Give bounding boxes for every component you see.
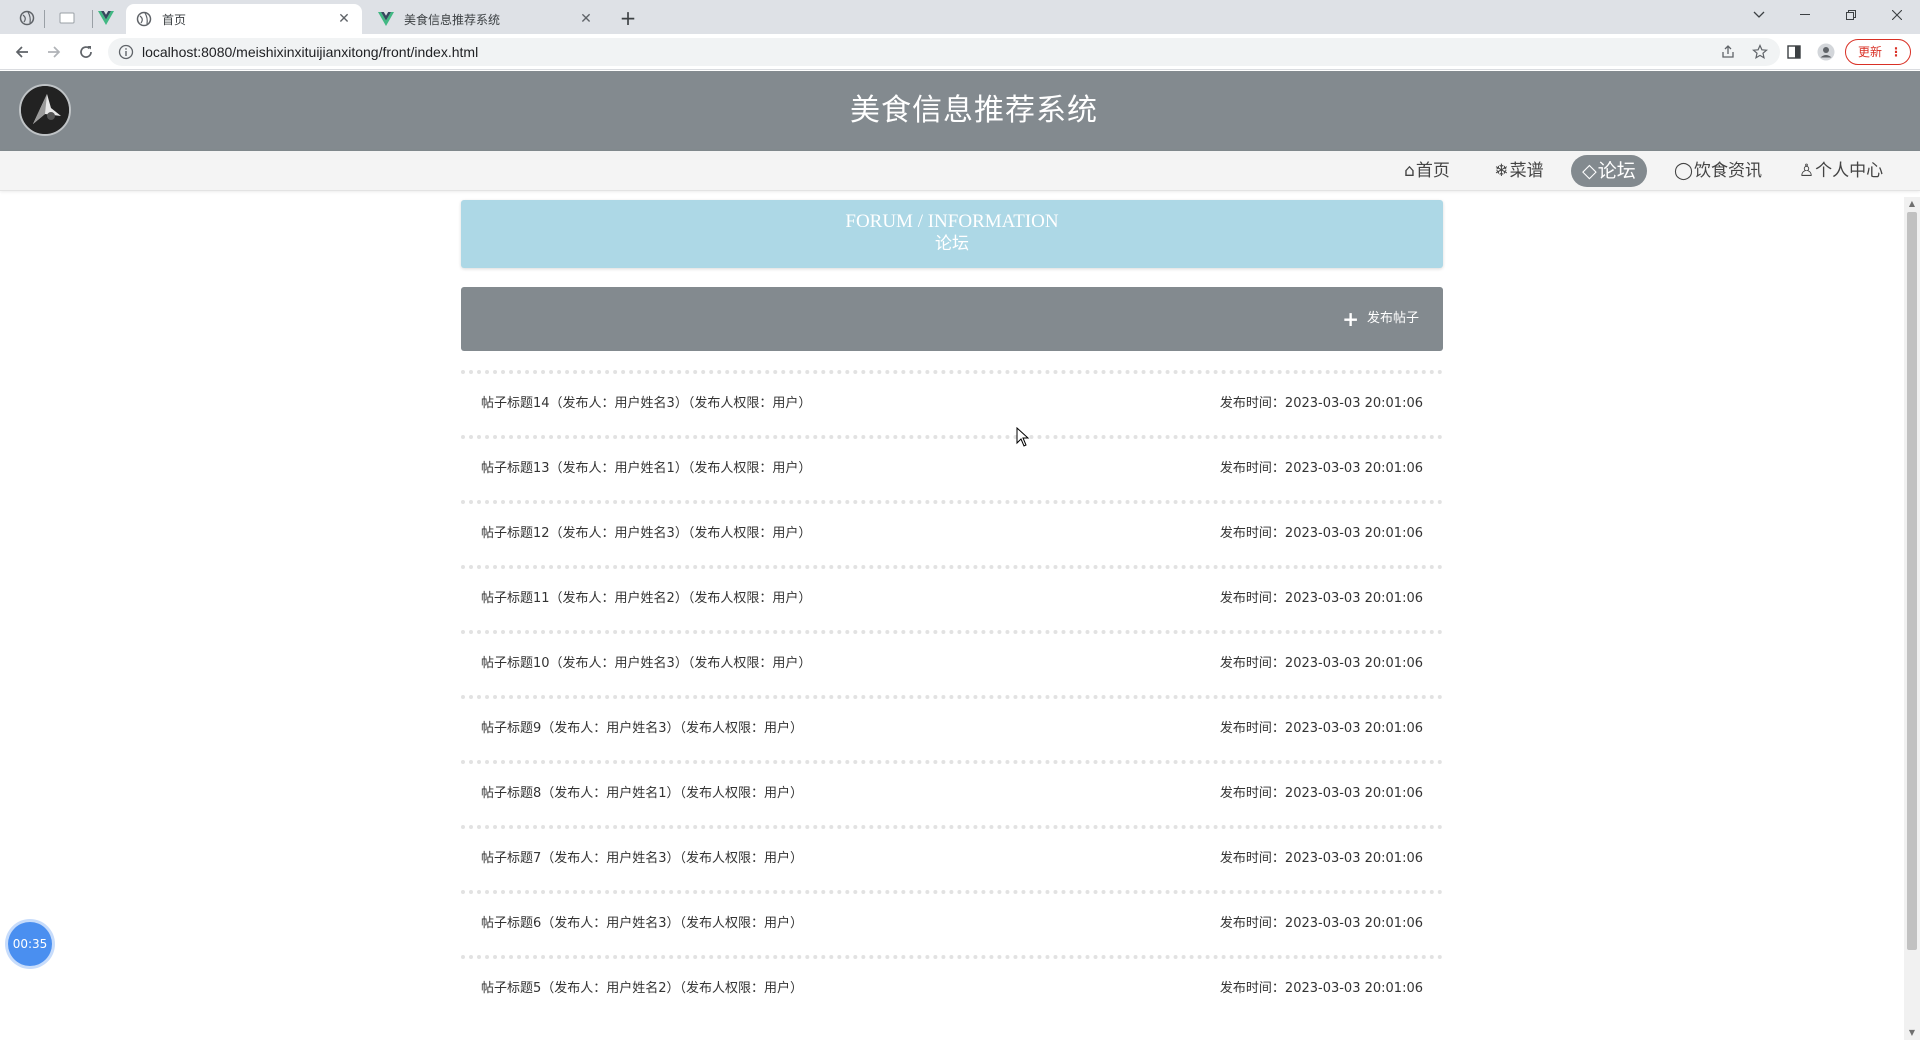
forum-action-bar: + 发布帖子	[461, 287, 1443, 351]
post-time: 发布时间：2023-03-03 20:01:06	[1219, 656, 1423, 671]
close-tab-icon[interactable]: ✕	[578, 11, 594, 27]
page-scrollbar[interactable]: ▲ ▼	[1904, 197, 1920, 1040]
close-window-icon[interactable]	[1874, 0, 1920, 30]
post-time: 发布时间：2023-03-03 20:01:06	[1219, 851, 1423, 866]
tab-title: 美食信息推荐系统	[404, 12, 501, 27]
post-time: 发布时间：2023-03-03 20:01:06	[1219, 526, 1423, 541]
pinned-tab-blank-icon[interactable]	[52, 5, 82, 31]
bookmark-star-icon[interactable]	[1752, 44, 1768, 60]
post-time: 发布时间：2023-03-03 20:01:06	[1219, 721, 1423, 736]
mouse-cursor-icon	[1016, 426, 1030, 447]
forum-post-row[interactable]: 帖子标题9（发布人：用户姓名3）（发布人权限：用户） 发布时间：2023-03-…	[461, 695, 1443, 760]
browser-toolbar: localhost:8080/meishixinxituijianxitong/…	[0, 34, 1920, 70]
close-tab-icon[interactable]: ✕	[336, 11, 352, 27]
address-bar[interactable]: localhost:8080/meishixinxituijianxitong/…	[108, 38, 1780, 66]
new-tab-button[interactable]: +	[614, 4, 642, 32]
url-text: localhost:8080/meishixinxituijianxitong/…	[142, 44, 479, 60]
post-time: 发布时间：2023-03-03 20:01:06	[1219, 916, 1423, 931]
post-title[interactable]: 帖子标题8（发布人：用户姓名1）（发布人权限：用户）	[481, 782, 803, 801]
share-icon[interactable]	[1720, 44, 1736, 60]
site-title: 美食信息推荐系统	[850, 93, 1098, 128]
forum-post-row[interactable]: 帖子标题11（发布人：用户姓名2）（发布人权限：用户） 发布时间：2023-03…	[461, 565, 1443, 630]
forum-post-row[interactable]: 帖子标题6（发布人：用户姓名3）（发布人权限：用户） 发布时间：2023-03-…	[461, 890, 1443, 955]
nav-item-home[interactable]: ⌂首页	[1398, 155, 1456, 187]
post-title[interactable]: 帖子标题7（发布人：用户姓名3）（发布人权限：用户）	[481, 847, 803, 866]
nav-item-forum[interactable]: ◇论坛	[1571, 155, 1647, 187]
user-icon: ♙	[1798, 161, 1815, 181]
post-time: 发布时间：2023-03-03 20:01:06	[1219, 461, 1423, 476]
nav-label: 饮食资讯	[1694, 161, 1763, 181]
post-title[interactable]: 帖子标题13（发布人：用户姓名1）（发布人权限：用户）	[481, 457, 811, 476]
nav-item-recipes[interactable]: ❄菜谱	[1490, 155, 1548, 187]
scroll-up-icon[interactable]: ▲	[1907, 199, 1917, 209]
post-title[interactable]: 帖子标题6（发布人：用户姓名3）（发布人权限：用户）	[481, 912, 803, 931]
nav-item-food-news[interactable]: ◯饮食资讯	[1674, 155, 1763, 187]
home-icon: ⌂	[1404, 161, 1415, 181]
snowflake-icon: ❄	[1494, 161, 1509, 181]
nav-label: 菜谱	[1509, 161, 1544, 181]
side-panel-icon[interactable]	[1784, 42, 1804, 62]
site-header: 美食信息推荐系统	[0, 71, 1920, 151]
post-title[interactable]: 帖子标题10（发布人：用户姓名3）（发布人权限：用户）	[481, 652, 811, 671]
forum-post-row[interactable]: 帖子标题7（发布人：用户姓名3）（发布人权限：用户） 发布时间：2023-03-…	[461, 825, 1443, 890]
scrollbar-thumb[interactable]	[1907, 212, 1917, 950]
globe-icon	[136, 11, 152, 27]
publish-post-button[interactable]: + 发布帖子	[1342, 309, 1419, 329]
restore-icon[interactable]	[1828, 0, 1874, 30]
pinned-tab-globe-icon[interactable]	[12, 5, 42, 31]
post-time: 发布时间：2023-03-03 20:01:06	[1219, 591, 1423, 606]
nav-label: 个人中心	[1815, 161, 1884, 181]
recording-timer-badge[interactable]: 00:35	[8, 922, 52, 966]
reload-icon[interactable]	[72, 38, 100, 66]
banner-title-en: FORUM / INFORMATION	[845, 211, 1059, 232]
minimize-icon[interactable]	[1782, 0, 1828, 30]
pinned-tab-vue-icon[interactable]	[91, 5, 121, 31]
forum-post-row[interactable]: 帖子标题14（发布人：用户姓名3）（发布人权限：用户） 发布时间：2023-03…	[461, 370, 1443, 435]
nav-item-personal-center[interactable]: ♙个人中心	[1798, 155, 1884, 187]
nav-label: 论坛	[1597, 160, 1636, 182]
forum-post-row[interactable]: 帖子标题12（发布人：用户姓名3）（发布人权限：用户） 发布时间：2023-03…	[461, 500, 1443, 565]
forward-arrow-icon[interactable]	[40, 38, 68, 66]
update-label: 更新	[1858, 45, 1883, 59]
forum-post-row[interactable]: 帖子标题8（发布人：用户姓名1）（发布人权限：用户） 发布时间：2023-03-…	[461, 760, 1443, 825]
profile-avatar-icon[interactable]	[1816, 42, 1836, 62]
back-arrow-icon[interactable]	[8, 38, 36, 66]
post-time: 发布时间：2023-03-03 20:01:06	[1219, 981, 1423, 996]
main-nav: ⌂首页 ❄菜谱 ◇论坛 ◯饮食资讯 ♙个人中心	[0, 151, 1920, 191]
vue-icon	[378, 11, 394, 27]
forum-post-row[interactable]: 帖子标题13（发布人：用户姓名1）（发布人权限：用户） 发布时间：2023-03…	[461, 435, 1443, 500]
more-menu-icon[interactable]: ⋮	[1890, 40, 1902, 64]
post-time: 发布时间：2023-03-03 20:01:06	[1219, 786, 1423, 801]
forum-post-list: 帖子标题14（发布人：用户姓名3）（发布人权限：用户） 发布时间：2023-03…	[461, 370, 1443, 1020]
tag-icon: ◇	[1582, 160, 1597, 182]
post-time: 发布时间：2023-03-03 20:01:06	[1219, 396, 1423, 411]
forum-post-row[interactable]: 帖子标题5（发布人：用户姓名2）（发布人权限：用户） 发布时间：2023-03-…	[461, 955, 1443, 1020]
browser-update-button[interactable]: 更新 ⋮	[1845, 39, 1911, 65]
section-banner: FORUM / INFORMATION 论坛	[461, 200, 1443, 268]
post-title[interactable]: 帖子标题9（发布人：用户姓名3）（发布人权限：用户）	[481, 717, 803, 736]
site-info-icon[interactable]	[118, 44, 134, 60]
publish-post-label: 发布帖子	[1366, 311, 1419, 326]
tab-title: 首页	[162, 12, 187, 27]
forum-post-row[interactable]: 帖子标题10（发布人：用户姓名3）（发布人权限：用户） 发布时间：2023-03…	[461, 630, 1443, 695]
post-title[interactable]: 帖子标题11（发布人：用户姓名2）（发布人权限：用户）	[481, 587, 811, 606]
post-title[interactable]: 帖子标题5（发布人：用户姓名2）（发布人权限：用户）	[481, 977, 803, 996]
page-viewport: 美食信息推荐系统 ⌂首页 ❄菜谱 ◇论坛 ◯饮食资讯 ♙个人中心 FORUM /…	[0, 71, 1920, 1040]
scroll-down-icon[interactable]: ▼	[1907, 1028, 1917, 1038]
tab-home[interactable]: 首页 ✕	[126, 4, 362, 34]
post-title[interactable]: 帖子标题14（发布人：用户姓名3）（发布人权限：用户）	[481, 392, 811, 411]
tab-search-chevron-icon[interactable]	[1736, 0, 1782, 30]
tab-food-system[interactable]: 美食信息推荐系统 ✕	[368, 4, 604, 34]
nav-label: 首页	[1415, 161, 1450, 181]
circle-icon: ◯	[1674, 161, 1694, 181]
browser-tab-strip: 首页 ✕ 美食信息推荐系统 ✕ +	[0, 0, 1920, 34]
plus-icon: +	[1342, 307, 1359, 331]
banner-title-zh: 论坛	[935, 234, 969, 254]
post-title[interactable]: 帖子标题12（发布人：用户姓名3）（发布人权限：用户）	[481, 522, 811, 541]
